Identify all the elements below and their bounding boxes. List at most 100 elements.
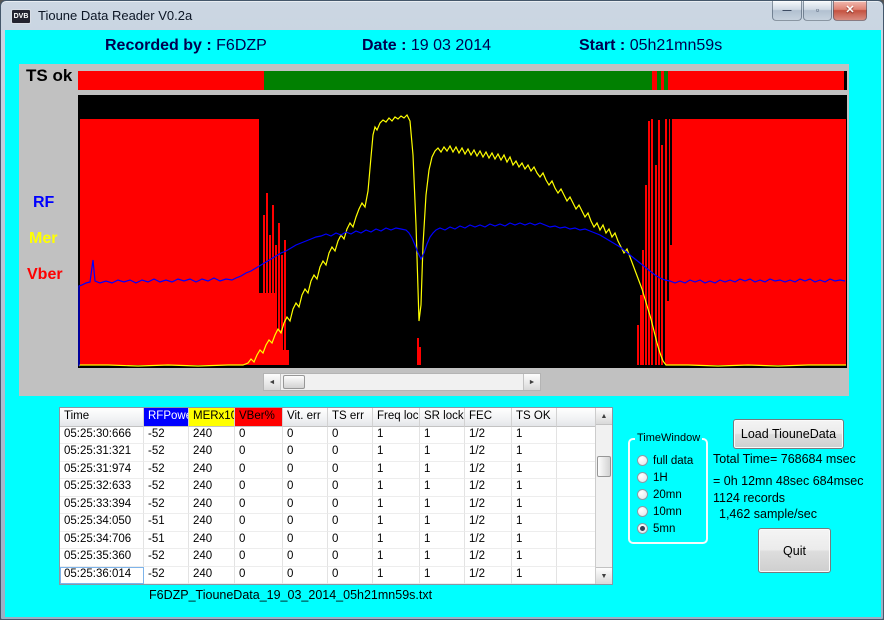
radio-button-icon[interactable]	[637, 523, 648, 534]
table-cell[interactable]: 1/2	[465, 549, 512, 566]
table-cell[interactable]: 1	[512, 549, 557, 566]
table-cell[interactable]: 05:25:34:050	[60, 514, 144, 531]
quit-button[interactable]: Quit	[758, 528, 831, 573]
table-cell[interactable]: 1	[373, 479, 420, 496]
maximize-button[interactable]: ▫	[803, 1, 832, 21]
table-cell[interactable]: -52	[144, 462, 189, 479]
horizontal-scroll-thumb[interactable]	[283, 375, 305, 389]
table-cell[interactable]: 1	[373, 444, 420, 461]
load-tiounedata-button[interactable]: Load TiouneData	[733, 419, 844, 449]
table-cell[interactable]: 1	[512, 427, 557, 444]
time-window-option-20mn[interactable]: 20mn	[637, 488, 682, 501]
radio-button-icon[interactable]	[637, 489, 648, 500]
table-row[interactable]: 05:25:34:050-51240000111/21	[60, 514, 595, 531]
table-cell[interactable]: -52	[144, 444, 189, 461]
radio-button-icon[interactable]	[637, 472, 648, 483]
table-cell[interactable]: 240	[189, 567, 235, 584]
table-cell[interactable]: 1	[512, 514, 557, 531]
table-cell[interactable]: 1	[420, 462, 465, 479]
table-cell[interactable]: 1	[420, 567, 465, 584]
table-cell[interactable]: 0	[283, 479, 328, 496]
table-cell[interactable]: 1	[420, 497, 465, 514]
table-cell[interactable]: 0	[235, 427, 283, 444]
table-cell[interactable]: 1/2	[465, 479, 512, 496]
table-cell[interactable]: 0	[328, 462, 373, 479]
table-cell[interactable]: 240	[189, 462, 235, 479]
table-cell[interactable]: 1	[373, 549, 420, 566]
table-cell[interactable]: 1	[373, 514, 420, 531]
table-cell[interactable]: 1/2	[465, 532, 512, 549]
table-cell[interactable]: 05:25:36:014	[60, 567, 144, 584]
table-cell[interactable]: 0	[235, 514, 283, 531]
table-cell[interactable]: 1	[373, 532, 420, 549]
table-cell[interactable]: 05:25:33:394	[60, 497, 144, 514]
table-cell[interactable]: 0	[328, 497, 373, 514]
table-cell[interactable]: 0	[283, 514, 328, 531]
table-cell[interactable]: 1	[373, 427, 420, 444]
header-cell[interactable]: TS err	[328, 408, 373, 427]
table-cell[interactable]: -52	[144, 567, 189, 584]
time-window-option-full-data[interactable]: full data	[637, 454, 693, 467]
table-cell[interactable]: 0	[235, 497, 283, 514]
table-cell[interactable]: 0	[328, 549, 373, 566]
scroll-down-arrow-icon[interactable]: ▼	[596, 567, 612, 584]
table-cell[interactable]: 0	[283, 497, 328, 514]
table-row[interactable]: 05:25:35:360-52240000111/21	[60, 549, 595, 566]
table-cell[interactable]: 05:25:30:666	[60, 427, 144, 444]
table-cell[interactable]: 0	[283, 549, 328, 566]
table-vertical-scrollbar[interactable]: ▲ ▼	[595, 408, 612, 584]
table-cell[interactable]: 1	[512, 444, 557, 461]
table-row[interactable]: 05:25:31:321-52240000111/21	[60, 444, 595, 461]
table-cell[interactable]: 1	[373, 462, 420, 479]
table-cell[interactable]: 0	[235, 567, 283, 584]
table-cell[interactable]: 0	[283, 427, 328, 444]
table-cell[interactable]: 1/2	[465, 444, 512, 461]
table-cell[interactable]: 05:25:34:706	[60, 532, 144, 549]
table-cell[interactable]: 1/2	[465, 567, 512, 584]
close-button[interactable]: ✕	[833, 1, 867, 21]
table-cell[interactable]: 1	[512, 567, 557, 584]
header-cell[interactable]: FEC	[465, 408, 512, 427]
table-cell[interactable]: -51	[144, 514, 189, 531]
table-cell[interactable]: 1	[420, 427, 465, 444]
table-cell[interactable]: 240	[189, 427, 235, 444]
header-cell[interactable]: Vit. err	[283, 408, 328, 427]
title-bar[interactable]: DVB Tioune Data Reader V0.2a — ▫ ✕	[1, 1, 883, 30]
table-cell[interactable]: 0	[328, 479, 373, 496]
table-cell[interactable]: -52	[144, 497, 189, 514]
header-cell[interactable]: MERx10	[189, 408, 235, 427]
table-cell[interactable]: 0	[283, 444, 328, 461]
table-cell[interactable]: 240	[189, 532, 235, 549]
minimize-button[interactable]: —	[772, 1, 802, 21]
table-cell[interactable]: 05:25:35:360	[60, 549, 144, 566]
table-cell[interactable]: 240	[189, 549, 235, 566]
table-row[interactable]: 05:25:36:014-52240000111/21	[60, 567, 595, 584]
table-cell[interactable]: 1/2	[465, 497, 512, 514]
table-cell[interactable]: 1/2	[465, 514, 512, 531]
table-cell[interactable]: 1	[420, 532, 465, 549]
table-cell[interactable]: 1	[420, 514, 465, 531]
table-cell[interactable]: 1	[512, 479, 557, 496]
table-cell[interactable]: 0	[235, 462, 283, 479]
table-cell[interactable]: 1	[420, 479, 465, 496]
time-window-option-10mn[interactable]: 10mn	[637, 505, 682, 518]
table-cell[interactable]: 0	[328, 514, 373, 531]
scroll-left-arrow-icon[interactable]: ◄	[264, 374, 281, 390]
table-cell[interactable]: 05:25:31:321	[60, 444, 144, 461]
time-window-option-5mn[interactable]: 5mn	[637, 522, 675, 535]
table-cell[interactable]: -52	[144, 427, 189, 444]
table-cell[interactable]: 0	[328, 532, 373, 549]
table-cell[interactable]: 1	[420, 549, 465, 566]
table-cell[interactable]: 240	[189, 514, 235, 531]
table-cell[interactable]: 05:25:31:974	[60, 462, 144, 479]
table-cell[interactable]: 0	[283, 567, 328, 584]
table-cell[interactable]: 0	[283, 462, 328, 479]
header-cell[interactable]: Freq lock	[373, 408, 420, 427]
chart-horizontal-scrollbar[interactable]: ◄ ►	[263, 373, 541, 391]
table-cell[interactable]: 1/2	[465, 462, 512, 479]
table-cell[interactable]: 0	[235, 549, 283, 566]
table-cell[interactable]: 240	[189, 497, 235, 514]
header-cell[interactable]: SR lock	[420, 408, 465, 427]
scroll-right-arrow-icon[interactable]: ►	[523, 374, 540, 390]
table-cell[interactable]: 0	[235, 444, 283, 461]
